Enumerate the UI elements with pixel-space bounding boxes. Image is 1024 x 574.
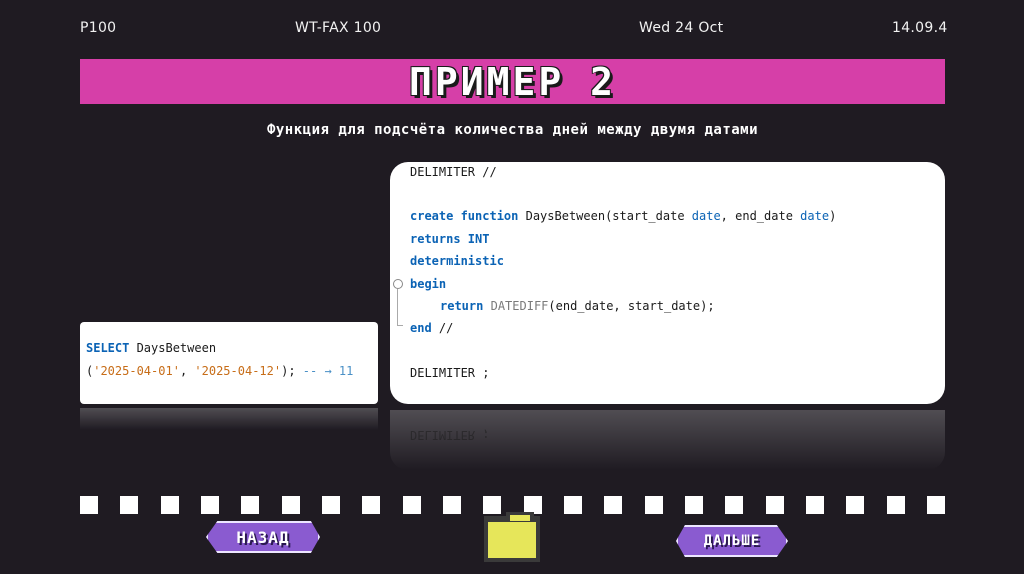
example-call-reflection [80,408,378,430]
code-line: return DATEDIFF(end_date, start_date); [440,299,715,313]
film-square [725,496,743,514]
fold-guide-end [397,325,403,326]
film-square [241,496,259,514]
code-line: ('2025-04-01', '2025-04-12'); -- → 11 [86,364,354,378]
code-line: end // [410,321,454,335]
film-square [645,496,663,514]
next-button[interactable]: ДАЛЬШЕ [676,525,788,557]
film-square [846,496,864,514]
film-square [685,496,703,514]
code-line: returns INT [410,232,490,246]
example-call-block: SELECT DaysBetween ('2025-04-01', '2025-… [80,322,378,404]
header-left: P100 [80,20,117,36]
code-line: DELIMITER ; [410,366,490,380]
film-square [564,496,582,514]
film-square [443,496,461,514]
film-square [322,496,340,514]
page-title: ПРИМЕР 2 [408,59,617,104]
title-banner: ПРИМЕР 2 [80,59,945,104]
film-square [604,496,622,514]
film-square [120,496,138,514]
reflection-text: DELIMITER ; [410,428,490,442]
code-line: create function DaysBetween(start_date d… [410,209,837,223]
film-square [403,496,421,514]
back-button[interactable]: НАЗАД [206,521,320,553]
header-right: 14.09.4 [892,20,948,36]
film-square [927,496,945,514]
film-square [161,496,179,514]
film-square [201,496,219,514]
main-code-reflection: DELIMITER ; [390,410,945,470]
code-line: begin [410,277,447,291]
code-line: DELIMITER // [410,165,497,179]
film-square [362,496,380,514]
fold-marker-icon[interactable] [393,279,403,289]
fold-guide [397,289,398,325]
film-square [282,496,300,514]
header-center-left: WT-FAX 100 [295,20,382,36]
folder-icon[interactable] [482,510,542,564]
subtitle: Функция для подсчёта количества дней меж… [266,122,759,138]
code-line: SELECT DaysBetween [86,341,217,355]
film-square [766,496,784,514]
code-line: deterministic [410,254,504,268]
film-square [887,496,905,514]
main-code-block: DELIMITER // create function DaysBetween… [390,162,945,404]
header-center-right: Wed 24 Oct [639,20,724,36]
film-square [806,496,824,514]
film-square [80,496,98,514]
